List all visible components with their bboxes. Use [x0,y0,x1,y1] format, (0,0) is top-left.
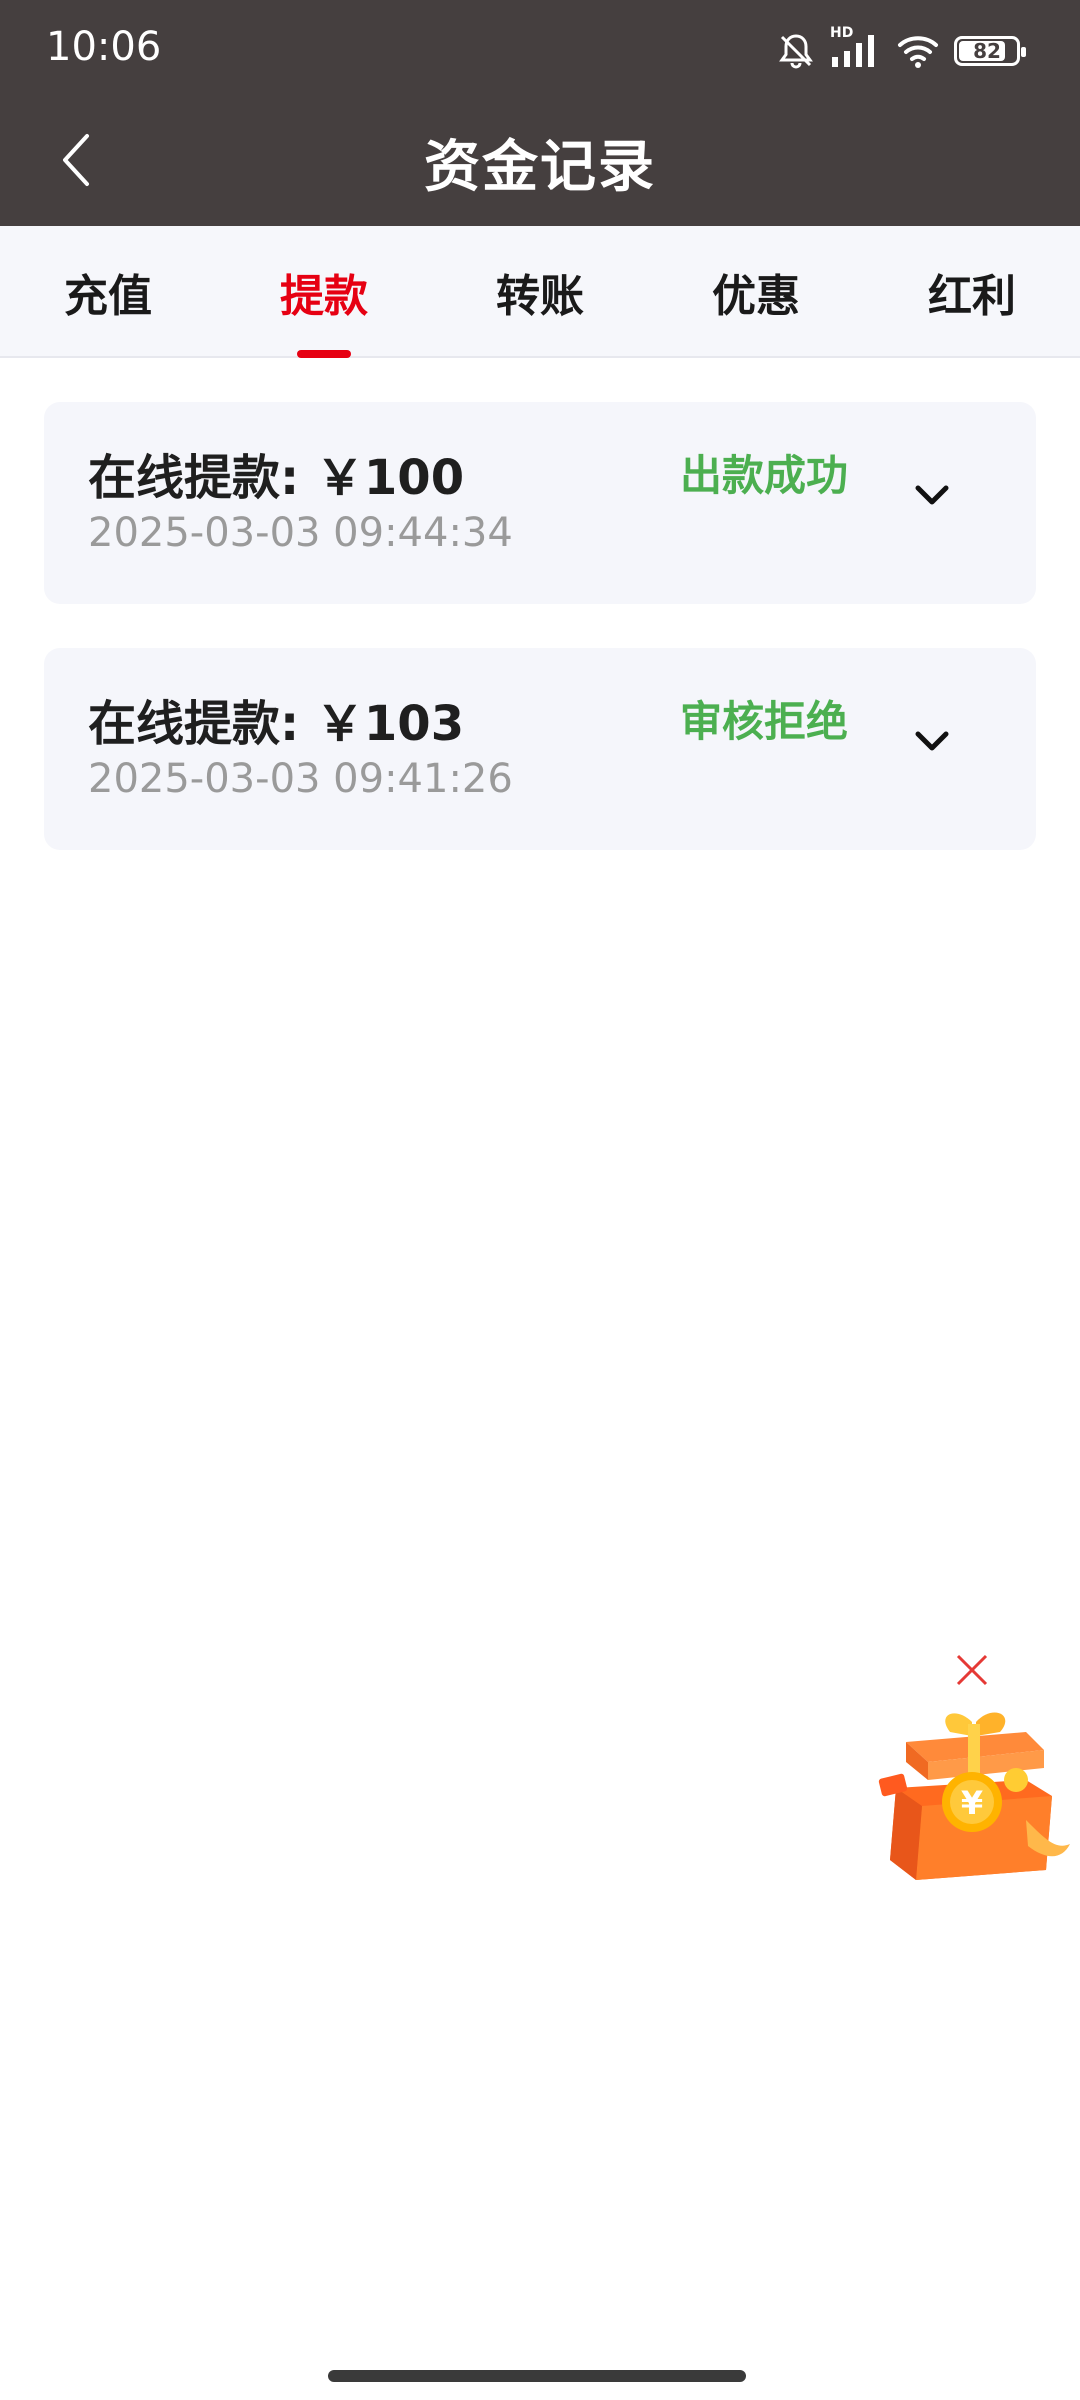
record-status: 出款成功 [680,451,849,500]
tab-promotion[interactable]: 优惠 [656,226,856,358]
tab-withdrawal[interactable]: 提款 [224,226,424,358]
wifi-icon [896,31,940,71]
bell-muted-icon [776,31,816,71]
page-title: 资金记录 [424,135,656,200]
tab-label: 转账 [496,271,584,322]
chevron-down-icon[interactable] [912,728,952,756]
record-title: 在线提款: ￥100 [88,450,465,506]
record-card[interactable]: 在线提款: ￥100 2025-03-03 09:44:34 出款成功 [44,402,1036,604]
tab-transfer[interactable]: 转账 [440,226,640,358]
battery-level: 82 [973,39,1001,63]
close-icon[interactable] [954,1652,990,1688]
tab-label: 充值 [64,271,152,322]
record-time: 2025-03-03 09:41:26 [88,756,513,802]
page: 10:06 HD 82 资金记录 充值 提款 转账 优惠 红利 在线提款: ￥1… [0,0,1080,2400]
svg-text:¥: ¥ [961,1784,983,1822]
status-bar: 10:06 HD 82 [0,0,1080,100]
home-indicator[interactable] [328,2370,746,2382]
record-card[interactable]: 在线提款: ￥103 2025-03-03 09:41:26 审核拒绝 [44,648,1036,850]
gift-box-icon[interactable]: ¥ [876,1710,1072,1886]
header: 10:06 HD 82 资金记录 [0,0,1080,226]
record-status: 审核拒绝 [680,697,849,746]
status-time: 10:06 [46,24,162,70]
battery-icon: 82 [954,36,1026,66]
record-time: 2025-03-03 09:44:34 [88,510,513,556]
tab-bonus[interactable]: 红利 [872,226,1072,358]
nav-bar: 资金记录 [0,100,1080,226]
signal-icon: HD [830,25,882,71]
tab-label: 优惠 [712,271,800,322]
network-label: HD [830,25,854,41]
tab-label: 提款 [280,271,368,322]
chevron-down-icon[interactable] [912,482,952,510]
status-icons: HD 82 [776,25,1026,74]
tab-label: 红利 [928,271,1016,322]
record-title: 在线提款: ￥103 [88,696,465,752]
active-tab-indicator [297,350,351,358]
tab-bar: 充值 提款 转账 优惠 红利 [0,226,1080,358]
tab-deposit[interactable]: 充值 [8,226,208,358]
